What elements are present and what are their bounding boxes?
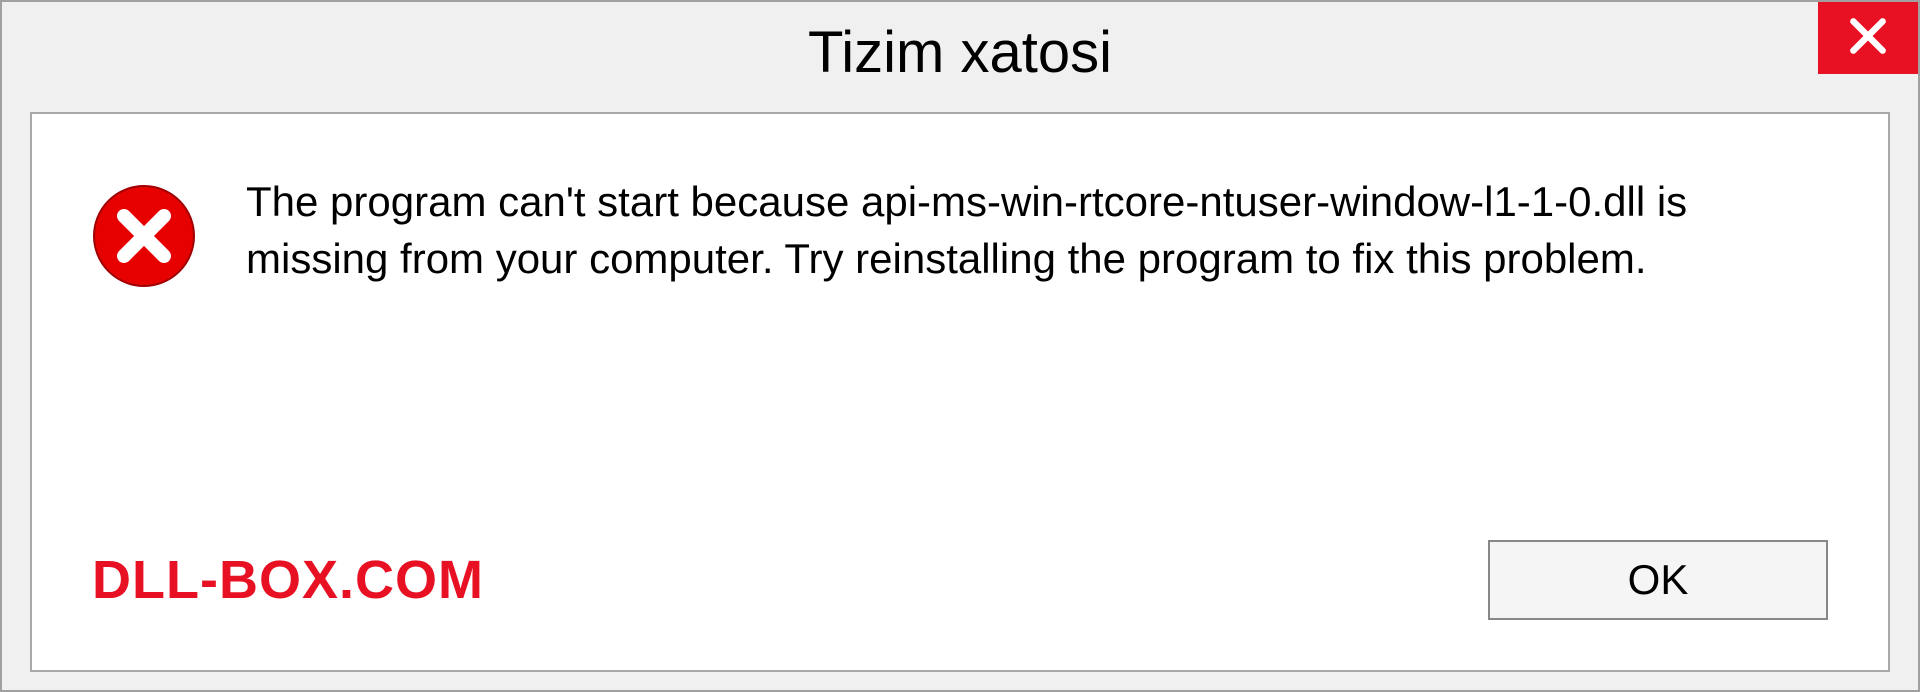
close-icon bbox=[1846, 14, 1890, 63]
window-title: Tizim xatosi bbox=[808, 19, 1112, 86]
message-row: The program can't start because api-ms-w… bbox=[92, 174, 1828, 293]
titlebar: Tizim xatosi bbox=[2, 2, 1918, 102]
dialog-footer: DLL-BOX.COM OK bbox=[92, 500, 1828, 620]
ok-button[interactable]: OK bbox=[1488, 540, 1828, 620]
dialog-content: The program can't start because api-ms-w… bbox=[30, 112, 1890, 672]
watermark-text: DLL-BOX.COM bbox=[92, 549, 484, 611]
error-icon bbox=[92, 184, 196, 293]
close-button[interactable] bbox=[1818, 2, 1918, 74]
error-message: The program can't start because api-ms-w… bbox=[246, 174, 1806, 287]
